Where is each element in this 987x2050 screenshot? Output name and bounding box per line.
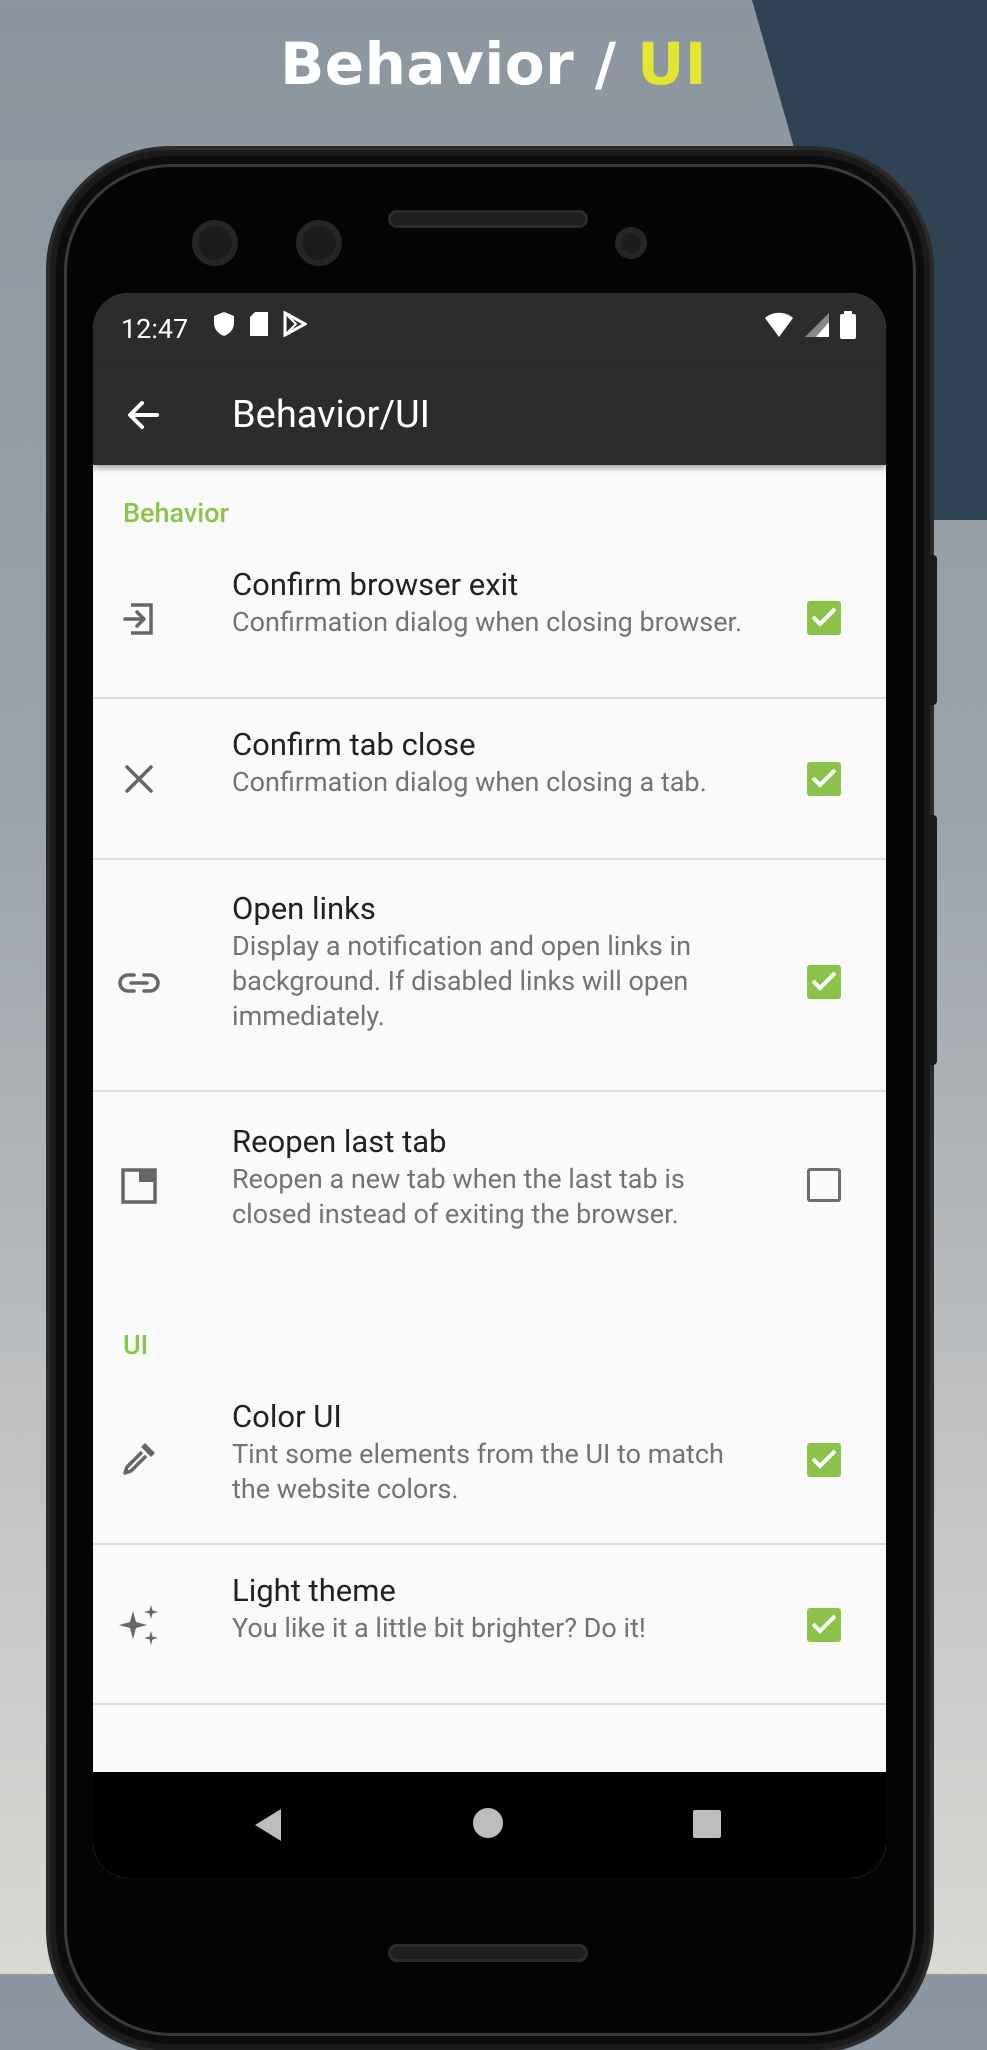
power-button xyxy=(927,555,937,705)
divider xyxy=(93,858,886,860)
pref-title: Open links xyxy=(232,890,376,927)
pref-summary: Display a notification and open links in… xyxy=(232,930,692,1032)
play-store-icon xyxy=(283,311,307,337)
pref-confirm-browser-exit[interactable]: Confirm browser exit Confirmation dialog… xyxy=(93,555,886,683)
status-system-icons xyxy=(764,311,856,339)
pref-summary: Confirmation dialog when closing browser… xyxy=(232,606,743,638)
pref-title: Confirm browser exit xyxy=(232,566,519,603)
check-icon xyxy=(811,1449,837,1469)
section-header-behavior: Behavior xyxy=(123,497,230,529)
front-camera-icon xyxy=(296,220,342,266)
page-title: Behavior/UI xyxy=(232,393,430,437)
pref-confirm-tab-close[interactable]: Confirm tab close Confirmation dialog wh… xyxy=(93,715,886,843)
pref-light-theme[interactable]: Light theme You like it a little bit bri… xyxy=(93,1561,886,1689)
link-icon xyxy=(118,973,160,993)
light-theme-checkbox[interactable] xyxy=(807,1608,841,1642)
check-icon xyxy=(811,1614,837,1634)
banner-title-accent: UI xyxy=(637,30,707,98)
sd-card-icon xyxy=(250,312,268,336)
eyedropper-icon xyxy=(123,1443,155,1475)
earpiece-speaker xyxy=(388,210,588,228)
pref-summary: Confirmation dialog when closing a tab. xyxy=(232,766,707,798)
color-ui-checkbox[interactable] xyxy=(807,1443,841,1477)
pref-title: Light theme xyxy=(232,1572,396,1609)
pref-reopen-last-tab[interactable]: Reopen last tab Reopen a new tab when th… xyxy=(93,1108,886,1258)
preferences-list: Behavior Confirm browser exit Confirmati… xyxy=(93,465,886,1705)
pref-color-ui[interactable]: Color UI Tint some elements from the UI … xyxy=(93,1383,886,1533)
confirm-exit-checkbox[interactable] xyxy=(807,601,841,635)
tab-icon xyxy=(121,1168,157,1204)
check-icon xyxy=(811,768,837,788)
sparkle-icon xyxy=(119,1605,158,1645)
nav-back-icon[interactable] xyxy=(253,1808,283,1842)
pref-summary: Tint some elements from the UI to match … xyxy=(232,1438,724,1505)
pref-title: Confirm tab close xyxy=(232,726,476,763)
divider xyxy=(93,1090,886,1092)
banner-title-prefix: Behavior / xyxy=(280,30,638,98)
divider xyxy=(93,697,886,699)
battery-icon xyxy=(840,311,856,339)
volume-button xyxy=(927,815,937,1065)
pref-title: Reopen last tab xyxy=(232,1123,447,1160)
pref-summary: You like it a little bit brighter? Do it… xyxy=(232,1612,646,1644)
status-notification-icons xyxy=(213,311,307,337)
pref-title: Color UI xyxy=(232,1398,342,1435)
divider xyxy=(93,1543,886,1545)
front-camera-icon xyxy=(192,220,238,266)
check-icon xyxy=(811,607,837,627)
banner-title: Behavior / UI xyxy=(0,30,987,98)
status-time: 12:47 xyxy=(121,313,189,345)
pref-summary: Reopen a new tab when the last tab is cl… xyxy=(232,1163,685,1230)
shield-icon xyxy=(214,312,234,336)
bottom-speaker xyxy=(388,1944,588,1962)
section-header-ui: UI xyxy=(123,1329,149,1361)
divider xyxy=(93,1703,886,1705)
check-icon xyxy=(811,971,837,991)
open-links-checkbox[interactable] xyxy=(807,965,841,999)
signal-icon xyxy=(805,313,829,337)
status-bar: 12:47 xyxy=(93,293,886,363)
exit-icon xyxy=(123,603,153,635)
navigation-bar xyxy=(93,1772,886,1878)
phone-screen: 12:47 Behavior/UI Behavior Confirm brows… xyxy=(93,293,886,1878)
reopen-tab-checkbox[interactable] xyxy=(807,1168,841,1202)
wifi-icon xyxy=(765,312,793,337)
close-icon xyxy=(125,765,153,793)
nav-recents-icon[interactable] xyxy=(693,1810,721,1838)
nav-home-icon[interactable] xyxy=(473,1808,503,1838)
app-bar: Behavior/UI xyxy=(93,363,886,465)
confirm-tab-checkbox[interactable] xyxy=(807,762,841,796)
back-arrow-icon[interactable] xyxy=(121,393,165,437)
sensor-icon xyxy=(615,227,647,259)
pref-open-links[interactable]: Open links Display a notification and op… xyxy=(93,875,886,1085)
